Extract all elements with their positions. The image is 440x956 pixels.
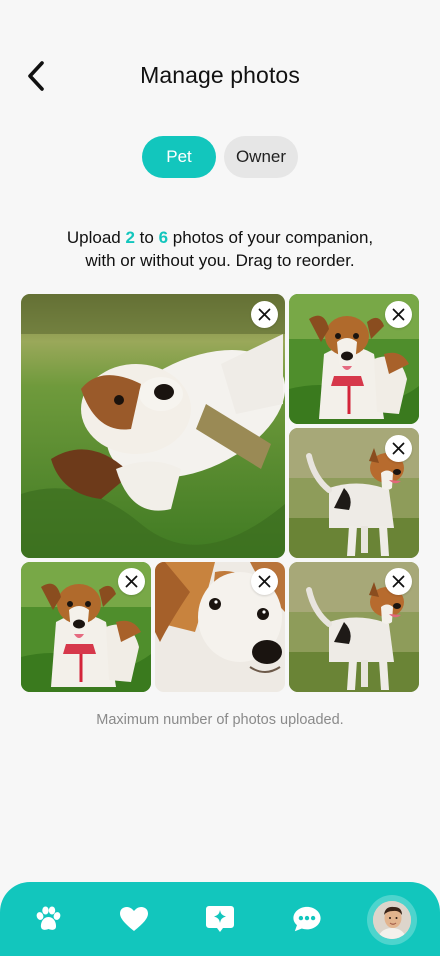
remove-photo-button[interactable] (385, 301, 412, 328)
paw-icon (36, 906, 61, 930)
nav-item-profile[interactable] (367, 895, 417, 945)
photo-tile[interactable] (289, 294, 419, 424)
photo-tile[interactable] (155, 562, 285, 692)
remove-photo-button[interactable] (251, 568, 278, 595)
close-icon (392, 308, 405, 321)
sparkle-chat-icon (206, 906, 234, 932)
photo-tile[interactable] (289, 562, 419, 692)
photo-tile[interactable] (289, 428, 419, 558)
remove-photo-button[interactable] (385, 568, 412, 595)
close-icon (392, 575, 405, 588)
bottom-nav (0, 882, 440, 956)
upload-instructions: Upload 2 to 6 photos of your companion, … (20, 226, 420, 272)
instructions-line-1: Upload 2 to 6 photos of your companion, (20, 226, 420, 249)
remove-photo-button[interactable] (118, 568, 145, 595)
close-icon (258, 308, 271, 321)
header: Manage photos (0, 50, 440, 102)
close-icon (392, 442, 405, 455)
page-title: Manage photos (140, 62, 300, 88)
nav-item-pets[interactable] (33, 904, 63, 934)
tab-pet[interactable]: Pet (142, 136, 216, 178)
max-count: 6 (158, 228, 169, 247)
upload-status-text: Maximum number of photos uploaded. (96, 712, 344, 728)
dog-lying-photo (21, 294, 285, 558)
close-icon (258, 575, 271, 588)
avatar (373, 901, 411, 939)
remove-photo-button[interactable] (251, 301, 278, 328)
nav-item-ai-chat[interactable] (205, 904, 235, 934)
nav-item-messages[interactable] (292, 904, 322, 934)
remove-photo-button[interactable] (385, 435, 412, 462)
instructions-text: to (134, 228, 159, 247)
pet-owner-toggle: Pet Owner (142, 136, 298, 178)
photo-tile[interactable] (21, 562, 151, 692)
nav-item-likes[interactable] (119, 904, 149, 934)
instructions-line-2: with or without you. Drag to reorder. (85, 251, 355, 270)
tab-owner[interactable]: Owner (224, 136, 298, 178)
close-icon (125, 575, 138, 588)
instructions-text: photos of your companion, (168, 228, 374, 247)
photo-tile[interactable] (21, 294, 285, 558)
instructions-text: Upload (66, 228, 126, 247)
min-count: 2 (125, 228, 135, 247)
profile-avatar (373, 901, 411, 939)
chat-bubble-icon (293, 906, 321, 932)
heart-icon (120, 907, 148, 931)
